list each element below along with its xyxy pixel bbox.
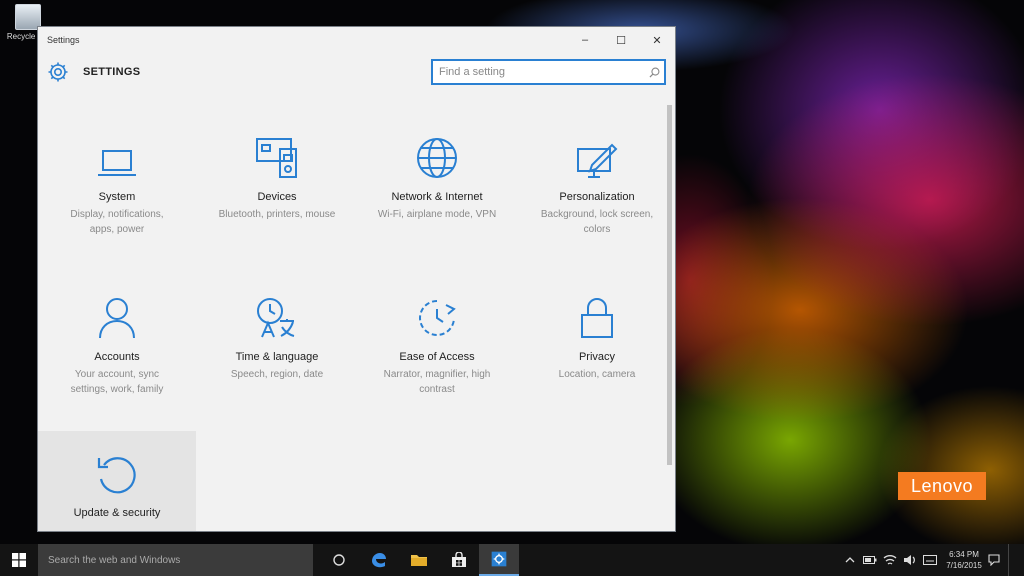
settings-categories: System Display, notifications, apps, pow… bbox=[38, 127, 668, 531]
category-name: Privacy bbox=[578, 351, 616, 363]
search-icon[interactable] bbox=[644, 67, 664, 78]
category-name: Network & Internet bbox=[391, 191, 483, 203]
category-description: Your account, sync settings, work, famil… bbox=[70, 369, 164, 395]
close-icon: ✕ bbox=[652, 34, 662, 47]
lenovo-logo: Lenovo bbox=[898, 472, 986, 500]
category-name: Ease of Access bbox=[399, 351, 475, 363]
category-network[interactable]: Network & Internet Wi-Fi, airplane mode,… bbox=[358, 135, 516, 285]
category-description: Wi-Fi, airplane mode, VPN bbox=[377, 209, 497, 220]
category-system[interactable]: System Display, notifications, apps, pow… bbox=[38, 135, 196, 285]
speaker-icon bbox=[904, 555, 915, 565]
category-description: Speech, region, date bbox=[230, 369, 324, 380]
battery-icon bbox=[863, 556, 877, 564]
keyboard-icon bbox=[923, 555, 937, 565]
category-description: Display, notifications, apps, power bbox=[70, 209, 164, 235]
maximize-button[interactable]: ☐ bbox=[603, 27, 639, 53]
battery-button[interactable] bbox=[860, 544, 880, 576]
keyboard-button[interactable] bbox=[920, 544, 940, 576]
category-name: System bbox=[98, 191, 136, 203]
taskbar-search[interactable] bbox=[38, 544, 313, 576]
lock-icon bbox=[581, 298, 613, 338]
volume-button[interactable] bbox=[900, 544, 920, 576]
category-description: Location, camera bbox=[558, 369, 636, 380]
taskbar-search-input[interactable] bbox=[48, 554, 313, 566]
time-language-icon bbox=[257, 298, 295, 338]
settings-taskbar-button[interactable] bbox=[479, 544, 519, 576]
task-view-button[interactable] bbox=[319, 544, 359, 576]
category-time-language[interactable]: Time & language Speech, region, date bbox=[198, 295, 356, 445]
store-button[interactable] bbox=[439, 544, 479, 576]
store-bag-icon bbox=[452, 552, 466, 567]
ease-of-access-icon bbox=[419, 300, 456, 336]
gear-icon bbox=[48, 62, 68, 82]
edge-icon bbox=[372, 553, 386, 568]
settings-header: SETTINGS bbox=[38, 53, 675, 91]
file-explorer-button[interactable] bbox=[399, 544, 439, 576]
category-privacy[interactable]: Privacy Location, camera bbox=[518, 295, 675, 445]
settings-gear-icon bbox=[491, 551, 507, 567]
minimize-icon: – bbox=[581, 34, 589, 46]
category-description: Background, lock screen, colors bbox=[540, 209, 654, 235]
network-button[interactable] bbox=[880, 544, 900, 576]
paint-icon bbox=[577, 143, 618, 178]
category-update-security[interactable]: Update & security bbox=[38, 431, 196, 531]
laptop-icon bbox=[98, 150, 136, 176]
start-button[interactable] bbox=[0, 544, 38, 576]
settings-window: Settings – ☐ ✕ SETTINGS Find a setting S… bbox=[37, 26, 676, 532]
edge-browser-button[interactable] bbox=[359, 544, 399, 576]
category-devices[interactable]: Devices Bluetooth, printers, mouse bbox=[198, 135, 356, 285]
title-bar[interactable]: Settings – ☐ ✕ bbox=[38, 27, 675, 53]
clock-date: 7/16/2015 bbox=[946, 561, 982, 570]
category-personalization[interactable]: Personalization Background, lock screen,… bbox=[518, 135, 675, 285]
maximize-icon: ☐ bbox=[616, 34, 626, 47]
clock-time: 6:34 PM bbox=[949, 550, 979, 559]
category-accounts[interactable]: Accounts Your account, sync settings, wo… bbox=[38, 295, 196, 445]
update-icon bbox=[97, 457, 136, 494]
task-view-icon bbox=[333, 554, 345, 566]
category-description: Narrator, magnifier, high contrast bbox=[383, 369, 491, 395]
category-name: Personalization bbox=[559, 191, 635, 203]
system-tray: 6:34 PM 7/16/2015 bbox=[840, 544, 1024, 576]
category-ease-of-access[interactable]: Ease of Access Narrator, magnifier, high… bbox=[358, 295, 516, 445]
person-icon bbox=[99, 298, 135, 339]
category-name: Accounts bbox=[94, 351, 140, 363]
globe-icon bbox=[417, 138, 457, 178]
category-name: Time & language bbox=[235, 351, 319, 363]
wifi-icon bbox=[883, 555, 897, 565]
category-name: Devices bbox=[257, 191, 297, 203]
show-desktop-button[interactable] bbox=[1008, 544, 1018, 576]
devices-icon bbox=[256, 138, 297, 178]
system-clock[interactable]: 6:34 PM 7/16/2015 bbox=[944, 549, 984, 571]
search-input[interactable] bbox=[433, 61, 644, 83]
category-name: Update & security bbox=[73, 507, 161, 519]
chevron-up-icon bbox=[845, 557, 855, 563]
notification-icon bbox=[988, 554, 1000, 566]
windows-logo-icon bbox=[12, 553, 26, 567]
find-setting-search[interactable] bbox=[431, 59, 666, 85]
folder-icon bbox=[411, 555, 427, 566]
window-title: Settings bbox=[47, 35, 80, 45]
close-button[interactable]: ✕ bbox=[639, 27, 675, 53]
category-description: Bluetooth, printers, mouse bbox=[218, 209, 336, 220]
page-title: SETTINGS bbox=[83, 66, 141, 78]
taskbar: 6:34 PM 7/16/2015 bbox=[0, 544, 1024, 576]
show-hidden-icons-button[interactable] bbox=[840, 544, 860, 576]
minimize-button[interactable]: – bbox=[567, 27, 603, 53]
action-center-button[interactable] bbox=[984, 544, 1004, 576]
